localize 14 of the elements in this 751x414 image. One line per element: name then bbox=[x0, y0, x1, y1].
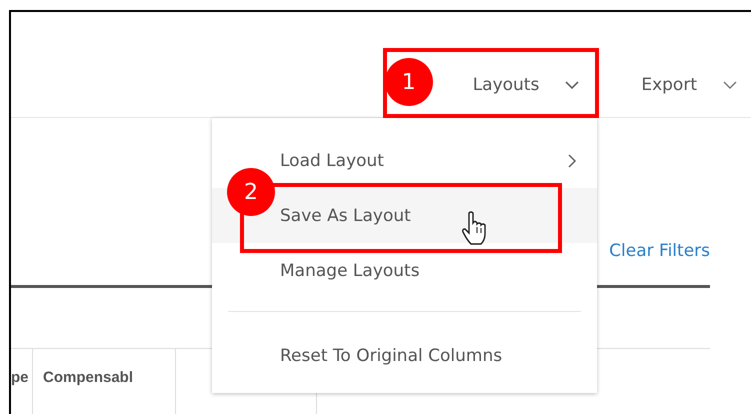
clear-filters-link[interactable]: Clear Filters bbox=[609, 241, 710, 264]
column-header: Compensabl bbox=[33, 349, 176, 414]
toolbar-dropdown-button[interactable]: Export bbox=[599, 65, 751, 105]
column-header: pe bbox=[11, 349, 33, 414]
menu-item[interactable]: Load Layout bbox=[280, 150, 384, 170]
chevron-down-icon bbox=[565, 80, 580, 90]
menu-item[interactable]: Manage Layouts bbox=[280, 260, 420, 280]
toolbar-dropdown-button[interactable]: Layouts bbox=[432, 65, 600, 105]
chevron-right-icon bbox=[568, 154, 577, 168]
chevron-down-icon bbox=[723, 80, 737, 90]
menu-item[interactable]: Reset To Original Columns bbox=[280, 346, 502, 366]
step-badge: 2 bbox=[227, 168, 275, 216]
step-badge: 1 bbox=[384, 58, 433, 106]
menu-item[interactable]: Save As Layout bbox=[280, 206, 411, 226]
